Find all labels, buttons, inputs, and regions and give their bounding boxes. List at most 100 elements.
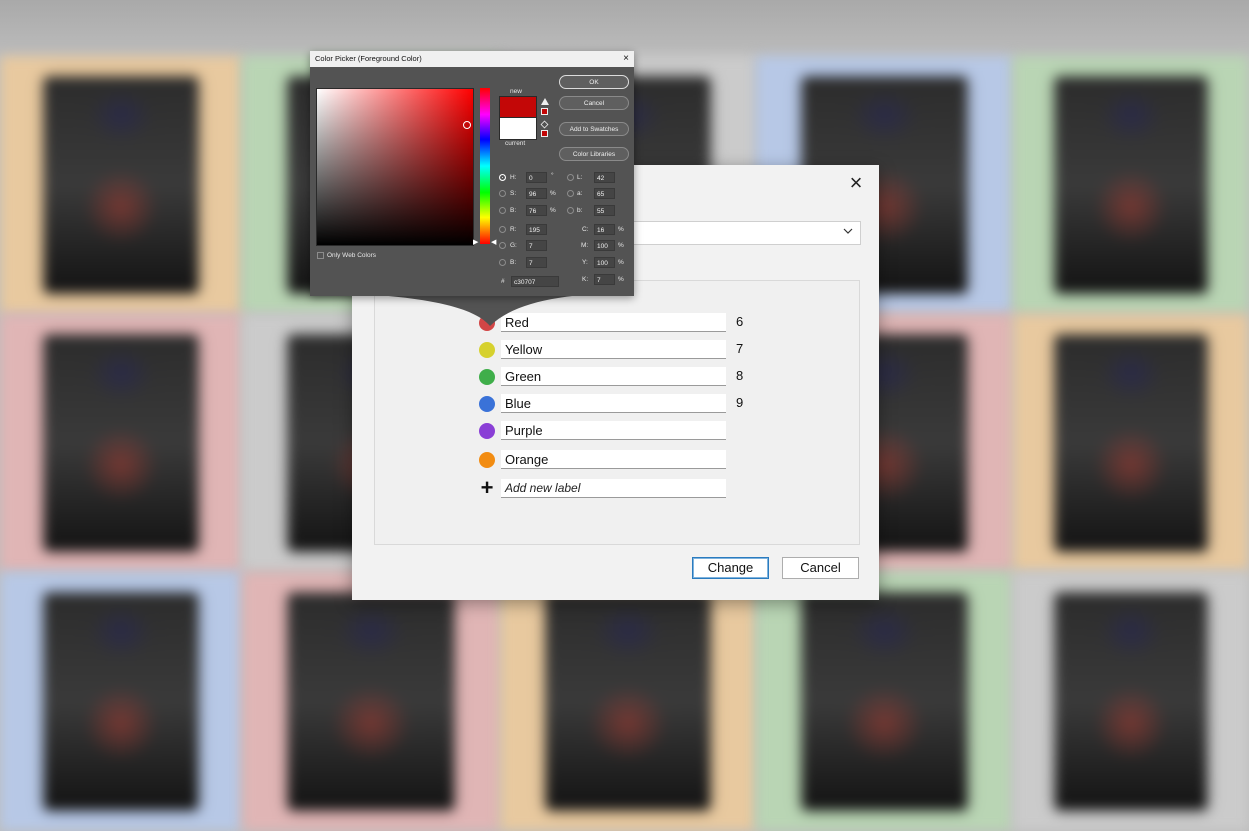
add-label-input[interactable]: Add new label xyxy=(501,479,726,498)
cyan-input[interactable]: 16 xyxy=(594,224,615,235)
b-label: B: xyxy=(510,207,517,214)
blue-input[interactable]: 7 xyxy=(526,257,547,268)
photo-tile[interactable] xyxy=(242,572,500,831)
black-input[interactable]: 7 xyxy=(594,274,615,285)
photo-tile[interactable] xyxy=(0,56,242,314)
cancel-button[interactable]: Cancel xyxy=(782,557,859,579)
a-input[interactable]: 65 xyxy=(594,188,615,199)
photo-tile[interactable] xyxy=(0,572,242,831)
change-button[interactable]: Change xyxy=(692,557,769,579)
picker-callout xyxy=(310,290,634,326)
slider-right-arrow-icon[interactable]: ◀ xyxy=(491,238,496,246)
a-radio[interactable] xyxy=(567,190,574,197)
percent-unit: % xyxy=(618,226,624,233)
percent-unit: % xyxy=(618,276,624,283)
red-radio[interactable] xyxy=(499,226,506,233)
photo-tile[interactable] xyxy=(0,314,242,572)
hash-label: # xyxy=(501,278,505,285)
saturation-input[interactable]: 96 xyxy=(526,188,547,199)
label-set-dropdown[interactable] xyxy=(622,221,861,245)
k-label: K: xyxy=(582,276,589,283)
percent-unit: % xyxy=(550,190,556,197)
magenta-input[interactable]: 100 xyxy=(594,240,615,251)
color-dot-icon[interactable] xyxy=(479,342,495,358)
chevron-down-icon xyxy=(843,228,853,234)
green-input[interactable]: 7 xyxy=(526,240,547,251)
g-label: G: xyxy=(510,242,517,249)
color-dot-icon[interactable] xyxy=(479,452,495,468)
app-top-bar xyxy=(0,0,1249,56)
photo-tile[interactable] xyxy=(1013,314,1249,572)
photo-tile[interactable] xyxy=(1013,572,1249,831)
color-dot-icon[interactable] xyxy=(479,369,495,385)
brightness-radio[interactable] xyxy=(499,207,506,214)
color-marker[interactable] xyxy=(463,121,471,129)
l-label: L: xyxy=(577,174,583,181)
label-name-input[interactable]: Blue xyxy=(501,394,726,413)
new-color-swatch xyxy=(499,96,537,119)
saturation-brightness-field[interactable] xyxy=(316,88,474,246)
hue-slider[interactable] xyxy=(480,88,490,244)
hue-input[interactable]: 0 xyxy=(526,172,547,183)
a-label: a: xyxy=(577,190,583,197)
photo-thumbnail xyxy=(288,592,454,811)
photo-tile[interactable] xyxy=(1013,56,1249,314)
close-icon[interactable]: × xyxy=(623,51,629,67)
label-name-input[interactable]: Yellow xyxy=(501,340,726,359)
label-name-input[interactable]: Green xyxy=(501,367,726,386)
m-label: M: xyxy=(581,242,589,249)
new-color-label: new xyxy=(510,88,522,95)
color-libraries-button[interactable]: Color Libraries xyxy=(559,147,629,161)
brightness-input[interactable]: 76 xyxy=(526,205,547,216)
label-shortcut: 7 xyxy=(736,341,744,356)
b-rgb-label: B: xyxy=(510,259,517,266)
photo-thumbnail xyxy=(546,592,710,811)
yellow-input[interactable]: 100 xyxy=(594,257,615,268)
lightness-input[interactable]: 42 xyxy=(594,172,615,183)
photo-tile[interactable] xyxy=(756,572,1013,831)
color-picker-title-bar: Color Picker (Foreground Color) × xyxy=(310,51,634,67)
red-input[interactable]: 195 xyxy=(526,224,547,235)
color-dot-icon[interactable] xyxy=(479,423,495,439)
r-label: R: xyxy=(510,226,517,233)
current-color-label: current xyxy=(505,140,526,147)
photo-thumbnail xyxy=(43,592,199,811)
b-lab-input[interactable]: 55 xyxy=(594,205,615,216)
h-label: H: xyxy=(510,174,517,181)
out-of-gamut-warning-icon xyxy=(541,98,549,105)
only-web-colors-checkbox[interactable] xyxy=(317,252,324,259)
green-radio[interactable] xyxy=(499,242,506,249)
hex-input[interactable]: c30707 xyxy=(511,276,559,287)
hue-radio[interactable] xyxy=(499,174,506,181)
plus-icon[interactable]: + xyxy=(479,477,495,499)
photo-thumbnail xyxy=(802,592,967,811)
close-icon[interactable]: × xyxy=(845,172,867,195)
cancel-button[interactable]: Cancel xyxy=(559,96,629,110)
blue-radio[interactable] xyxy=(499,259,506,266)
only-web-colors-label: Only Web Colors xyxy=(327,252,377,259)
color-dot-icon[interactable] xyxy=(479,396,495,412)
b-lab-label: b: xyxy=(577,207,583,214)
b-lab-radio[interactable] xyxy=(567,207,574,214)
label-shortcut: 6 xyxy=(736,314,744,329)
lightness-radio[interactable] xyxy=(567,174,574,181)
label-shortcut: 8 xyxy=(736,368,744,383)
current-color-swatch[interactable] xyxy=(499,117,537,140)
web-safe-cube-icon xyxy=(540,120,549,129)
slider-left-arrow-icon[interactable]: ▶ xyxy=(473,238,478,246)
photo-thumbnail xyxy=(43,334,199,552)
label-name-input[interactable]: Purple xyxy=(501,421,726,440)
percent-unit: % xyxy=(550,207,556,214)
color-picker-title: Color Picker (Foreground Color) xyxy=(315,54,422,63)
photo-thumbnail xyxy=(1055,334,1207,552)
label-shortcut: 9 xyxy=(736,395,744,410)
photo-tile[interactable] xyxy=(500,572,756,831)
c-label: C: xyxy=(582,226,589,233)
label-name-input[interactable]: Orange xyxy=(501,450,726,469)
photo-thumbnail xyxy=(1055,76,1207,294)
ok-button[interactable]: OK xyxy=(559,75,629,89)
saturation-radio[interactable] xyxy=(499,190,506,197)
gamut-swatch-icon[interactable] xyxy=(541,108,548,115)
web-safe-swatch-icon[interactable] xyxy=(541,130,548,137)
add-to-swatches-button[interactable]: Add to Swatches xyxy=(559,122,629,136)
